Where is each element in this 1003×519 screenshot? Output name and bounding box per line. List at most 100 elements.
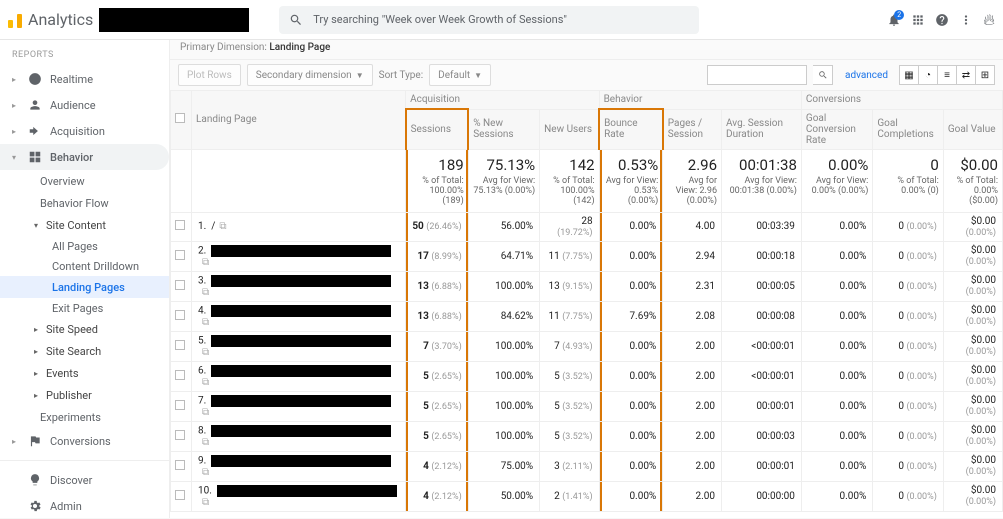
table-row[interactable]: 2. ⧉17 (8.99%)64.71%11 (7.75%)0.00%2.940… [171,241,1003,271]
landing-page-cell[interactable]: 1. /⧉ [192,212,406,241]
view-comparison-icon[interactable]: ⇄ [956,65,976,85]
row-checkbox[interactable] [171,391,192,421]
nav-discover[interactable]: Discover [0,467,169,493]
table-row[interactable]: 4. ⧉13 (6.88%)84.62%11 (7.75%)7.69%2.080… [171,301,1003,331]
landing-page-cell[interactable]: 10. ⧉ [192,481,406,511]
table-row[interactable]: 7. ⧉5 (2.65%)100.00%5 (3.52%)0.00%2.0000… [171,391,1003,421]
open-link-icon[interactable]: ⧉ [202,377,209,388]
select-all-checkbox[interactable] [171,91,192,150]
apps-icon[interactable] [911,13,925,27]
col-gcr[interactable]: Goal Conversion Rate [801,109,872,149]
nav-publisher[interactable]: ▸Publisher [0,384,169,406]
advanced-link[interactable]: advanced [845,70,888,81]
table-row[interactable]: 1. /⧉50 (26.46%)56.00%28 (19.72%)0.00%4.… [171,212,1003,241]
table-search-button[interactable] [813,65,833,85]
col-gcomp[interactable]: Goal Completions [873,109,943,149]
view-pie-icon[interactable]: ◔ [918,65,938,85]
col-bounce[interactable]: Bounce Rate [599,109,663,149]
landing-page-cell[interactable]: 2. ⧉ [192,241,406,271]
row-checkbox[interactable] [171,421,192,451]
nav-site-speed[interactable]: ▸Site Speed [0,318,169,340]
table-row[interactable]: 8. ⧉5 (2.65%)100.00%5 (3.52%)0.00%2.0000… [171,421,1003,451]
sort-type-label: Sort Type: [379,70,424,81]
open-link-icon[interactable]: ⧉ [202,317,209,328]
nav-admin[interactable]: Admin [0,493,169,519]
row-checkbox[interactable] [171,241,192,271]
open-link-icon[interactable]: ⧉ [202,497,209,508]
table-search-input[interactable] [707,65,807,85]
row-checkbox[interactable] [171,331,192,361]
open-link-icon[interactable]: ⧉ [202,437,209,448]
landing-page-cell[interactable]: 3. ⧉ [192,271,406,301]
nav-acquisition[interactable]: ▸Acquisition [0,118,169,144]
group-acquisition: Acquisition [406,91,599,110]
table-row[interactable]: 3. ⧉13 (6.88%)100.00%13 (9.15%)0.00%2.31… [171,271,1003,301]
nav-realtime[interactable]: ▸Realtime [0,66,169,92]
search-input[interactable]: Try searching "Week over Week Growth of … [279,6,699,34]
ga-logo[interactable]: Analytics [8,10,93,29]
landing-page-cell[interactable]: 9. ⧉ [192,451,406,481]
landing-page-cell[interactable]: 5. ⧉ [192,331,406,361]
nav-conversions[interactable]: ▸Conversions [0,428,169,454]
plot-rows-button[interactable]: Plot Rows [178,64,241,86]
col-pages[interactable]: Pages / Session [663,109,722,149]
row-checkbox[interactable] [171,361,192,391]
open-link-icon[interactable]: ⧉ [219,221,226,232]
table-row[interactable]: 9. ⧉4 (2.12%)75.00%3 (2.11%)0.00%2.0000:… [171,451,1003,481]
col-pct-new[interactable]: % New Sessions [468,109,539,149]
search-icon [289,13,303,27]
landing-page-cell[interactable]: 6. ⧉ [192,361,406,391]
account-selector-redacted[interactable] [99,8,249,32]
breadcrumb: Primary Dimension: Landing Page [170,40,1003,60]
firebase-icon[interactable]: 🔥︎ [983,10,995,30]
nav-events[interactable]: ▸Events [0,362,169,384]
nav-all-pages[interactable]: All Pages [0,236,169,256]
row-checkbox[interactable] [171,451,192,481]
nav-behavior[interactable]: ▾Behavior [0,144,169,170]
nav-exit-pages[interactable]: Exit Pages [0,298,169,318]
landing-page-cell[interactable]: 7. ⧉ [192,391,406,421]
table-row[interactable]: 6. ⧉5 (2.65%)100.00%5 (3.52%)0.00%2.00<0… [171,361,1003,391]
row-checkbox[interactable] [171,212,192,241]
nav-overview[interactable]: Overview [0,170,169,192]
landing-page-cell[interactable]: 4. ⧉ [192,301,406,331]
table-footer: Show rows: 10 Go to: 1 - 10 of 57 ‹ › [170,512,1003,519]
clock-icon [28,72,42,86]
row-checkbox[interactable] [171,301,192,331]
col-duration[interactable]: Avg. Session Duration [722,109,802,149]
main-content: Primary Dimension: Landing Page Plot Row… [170,40,1003,518]
row-checkbox[interactable] [171,481,192,511]
help-icon[interactable] [935,13,949,27]
more-icon[interactable] [959,13,973,27]
nav-site-search[interactable]: ▸Site Search [0,340,169,362]
open-link-icon[interactable]: ⧉ [202,407,209,418]
view-mode-buttons: ▦ ◔ ≡ ⇄ ⊞ [900,65,995,85]
open-link-icon[interactable]: ⧉ [202,347,209,358]
open-link-icon[interactable]: ⧉ [202,467,209,478]
col-sessions[interactable]: Sessions [406,109,469,149]
nav-content-drilldown[interactable]: Content Drilldown [0,256,169,276]
open-link-icon[interactable]: ⧉ [202,257,209,268]
nav-experiments[interactable]: Experiments [0,406,169,428]
view-table-icon[interactable]: ▦ [899,65,919,85]
notification-badge: 2 [894,10,904,20]
nav-behavior-flow[interactable]: Behavior Flow [0,192,169,214]
nav-audience[interactable]: ▸Audience [0,92,169,118]
col-landing-page[interactable]: Landing Page [192,91,406,150]
data-table: Landing Page Acquisition Behavior Conver… [170,90,1003,512]
col-new-users[interactable]: New Users [540,109,599,149]
landing-page-cell[interactable]: 8. ⧉ [192,421,406,451]
row-checkbox[interactable] [171,271,192,301]
nav-site-content[interactable]: ▾Site Content [0,214,169,236]
view-bar-icon[interactable]: ≡ [937,65,957,85]
sort-type-dropdown[interactable]: Default▼ [429,64,491,86]
secondary-dimension-dropdown[interactable]: Secondary dimension▼ [247,64,373,86]
top-bar: Analytics Try searching "Week over Week … [0,0,1003,40]
table-row[interactable]: 10. ⧉4 (2.12%)50.00%2 (1.41%)0.00%2.0000… [171,481,1003,511]
notifications-icon[interactable]: 2 [887,13,901,27]
nav-landing-pages[interactable]: Landing Pages [0,276,169,298]
table-row[interactable]: 5. ⧉7 (3.70%)100.00%7 (4.93%)0.00%2.00<0… [171,331,1003,361]
open-link-icon[interactable]: ⧉ [202,287,209,298]
view-pivot-icon[interactable]: ⊞ [975,65,995,85]
col-gval[interactable]: Goal Value [943,109,1002,149]
